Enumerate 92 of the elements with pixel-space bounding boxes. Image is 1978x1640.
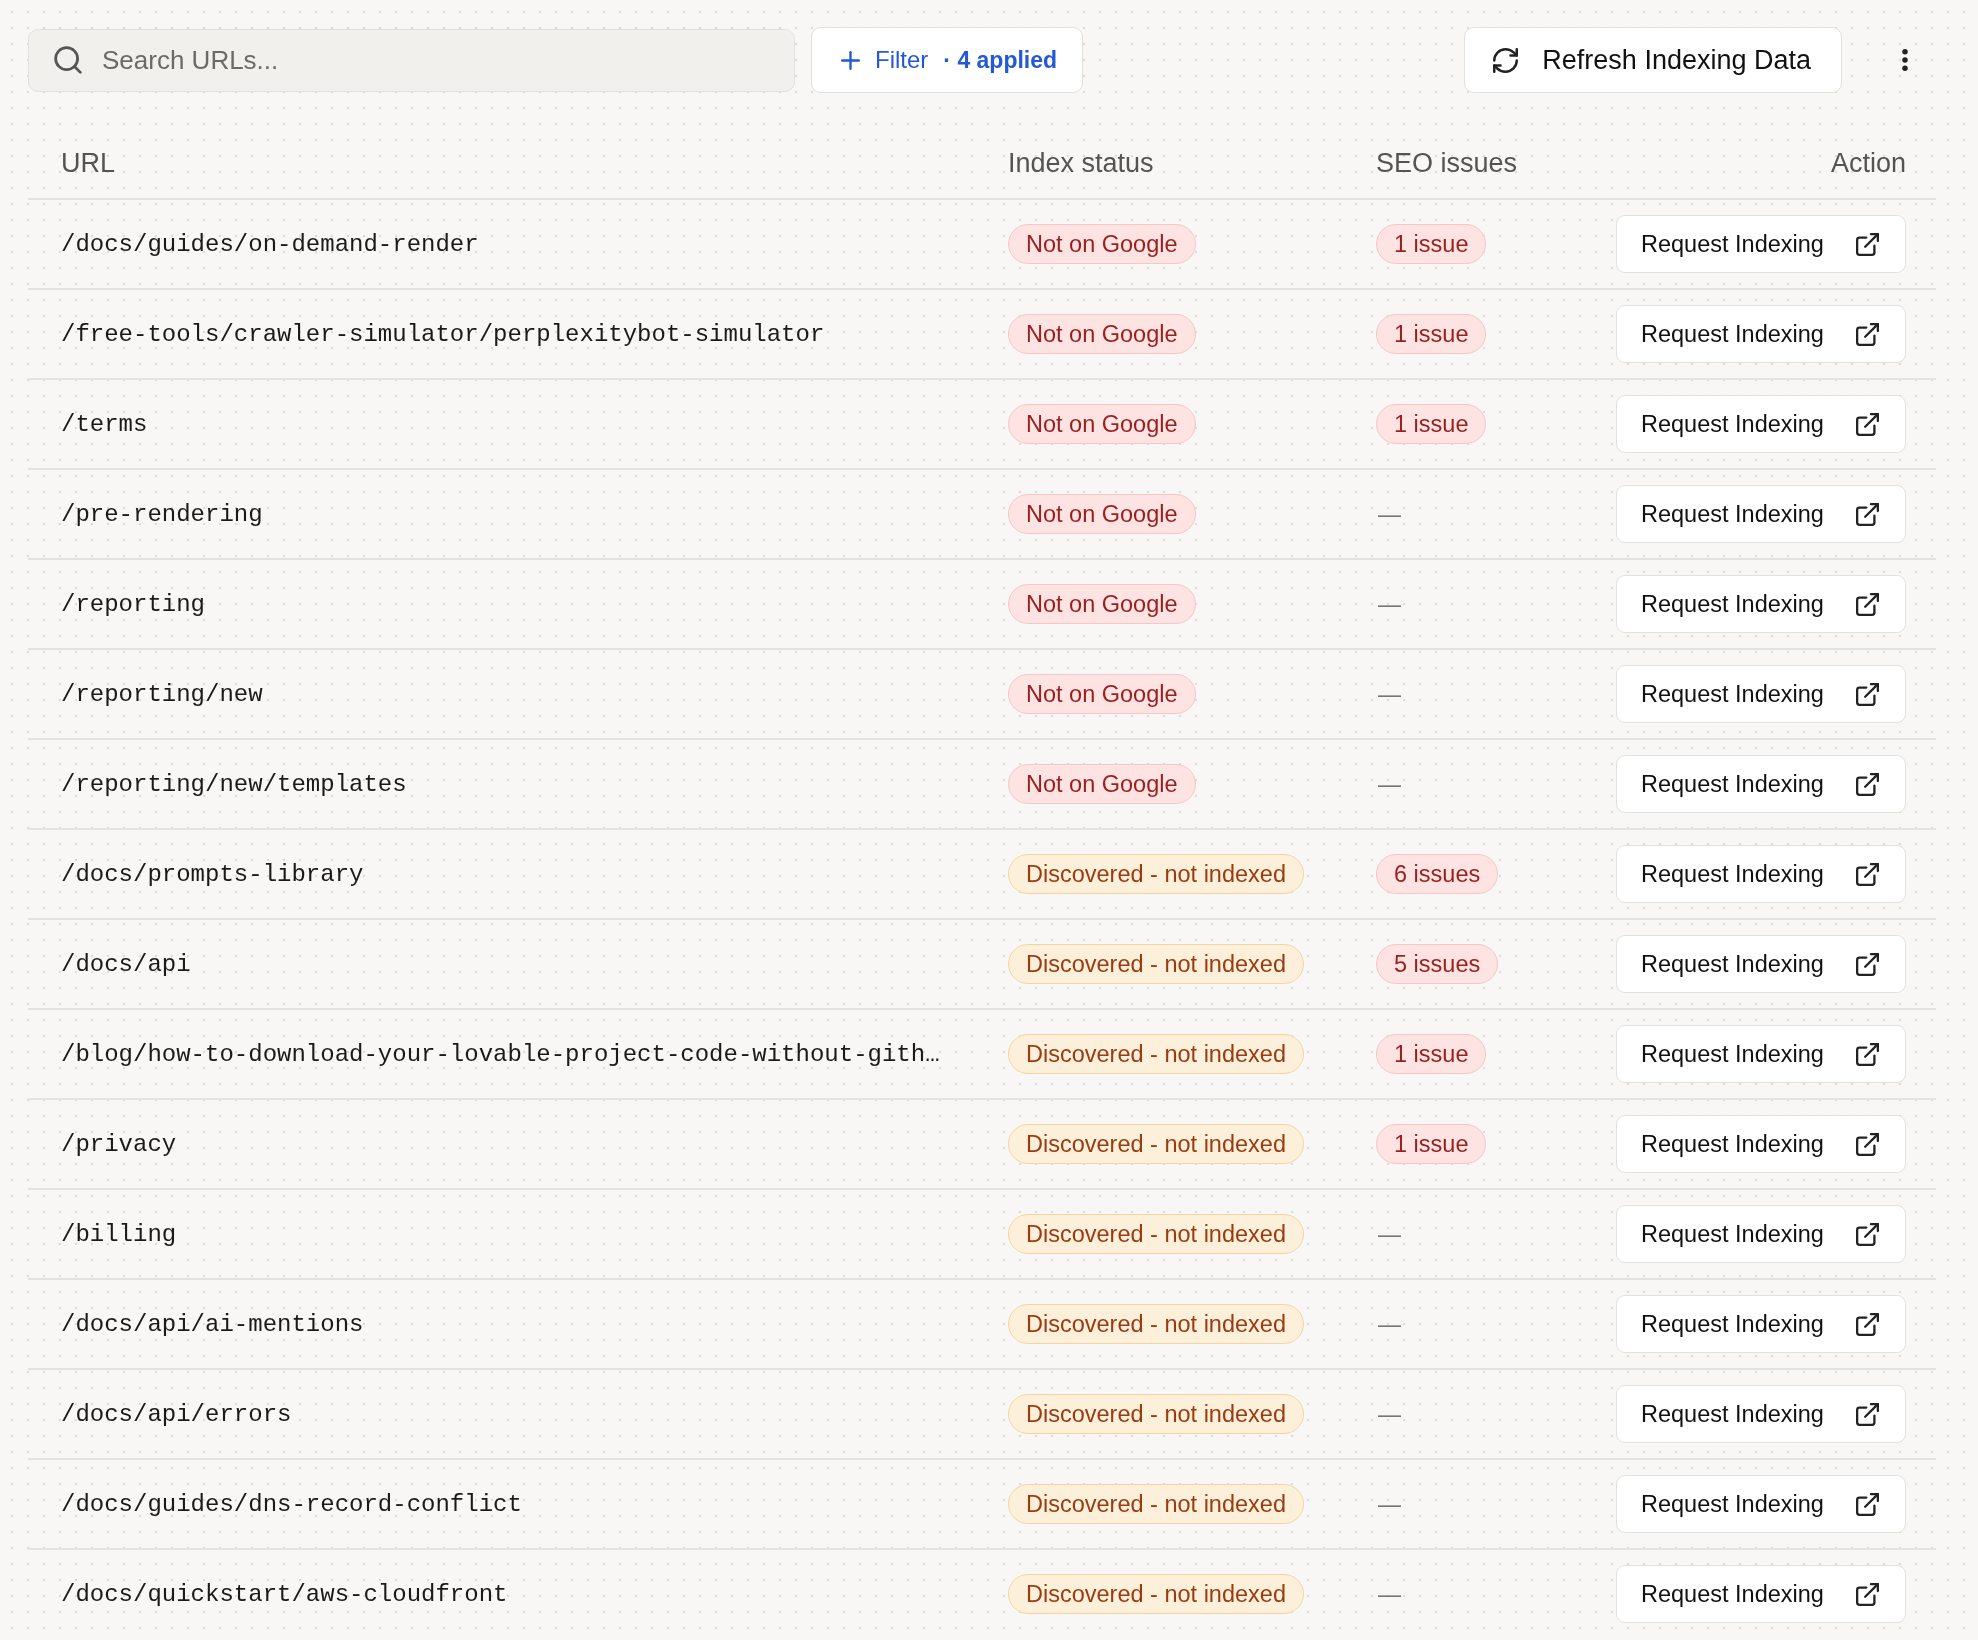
index-status-badge: Discovered - not indexed bbox=[1008, 1304, 1304, 1344]
seo-issues-badge: 6 issues bbox=[1376, 854, 1499, 894]
url-text: /docs/guides/dns-record-conflict bbox=[61, 1490, 523, 1518]
request-indexing-button[interactable]: Request Indexing bbox=[1616, 1385, 1906, 1443]
url-text: /reporting/new/templates bbox=[61, 770, 408, 798]
column-header: URL bbox=[61, 147, 116, 179]
url-text: /docs/api/ai-mentions bbox=[61, 1310, 365, 1338]
request-indexing-button[interactable]: Request Indexing bbox=[1616, 755, 1906, 813]
request-indexing-button[interactable]: Request Indexing bbox=[1616, 1565, 1906, 1623]
external-link-icon bbox=[1856, 502, 1879, 526]
column-header: Index status bbox=[1008, 147, 1155, 179]
url-text: /reporting/new bbox=[61, 680, 264, 708]
request-indexing-button[interactable]: Request Indexing bbox=[1616, 215, 1906, 273]
external-link-icon bbox=[1856, 1042, 1879, 1066]
refresh-icon bbox=[1493, 47, 1519, 73]
seo-issues-badge: 5 issues bbox=[1376, 944, 1499, 984]
empty-value: — bbox=[1377, 1220, 1401, 1248]
index-status-badge: Not on Google bbox=[1008, 314, 1196, 354]
external-link-icon bbox=[1856, 862, 1879, 886]
seo-issues-badge: 1 issue bbox=[1376, 314, 1487, 354]
request-indexing-button[interactable]: Request Indexing bbox=[1616, 935, 1906, 993]
external-link-icon bbox=[1856, 772, 1879, 796]
seo-issues-badge: 1 issue bbox=[1376, 1034, 1487, 1074]
external-link-icon bbox=[1856, 232, 1879, 256]
empty-value: — bbox=[1377, 1310, 1401, 1338]
external-link-icon bbox=[1856, 592, 1879, 616]
url-text: /docs/api bbox=[61, 950, 192, 978]
index-status-badge: Discovered - not indexed bbox=[1008, 1214, 1304, 1254]
empty-value: — bbox=[1377, 1580, 1401, 1608]
search-field[interactable]: Search URLs... bbox=[28, 28, 795, 92]
empty-value: — bbox=[1377, 770, 1401, 798]
plus-icon bbox=[841, 50, 860, 70]
external-link-icon bbox=[1856, 412, 1879, 436]
url-text: /free-tools/crawler-simulator/perplexitybot-simulator bbox=[61, 320, 826, 348]
index-status-badge: Not on Google bbox=[1008, 404, 1196, 444]
url-text: /docs/quickstart/aws-cloudfront bbox=[61, 1580, 509, 1608]
index-status-badge: Discovered - not indexed bbox=[1008, 1394, 1304, 1434]
request-indexing-button[interactable]: Request Indexing bbox=[1616, 665, 1906, 723]
column-header: Action bbox=[1830, 147, 1906, 179]
kebab-menu-icon bbox=[1902, 49, 1908, 71]
request-indexing-button[interactable]: Request Indexing bbox=[1616, 305, 1906, 363]
external-link-icon bbox=[1856, 1222, 1879, 1246]
index-status-badge: Not on Google bbox=[1008, 494, 1196, 534]
url-text: /docs/prompts-library bbox=[61, 860, 365, 888]
index-status-badge: Not on Google bbox=[1008, 764, 1196, 804]
external-link-icon bbox=[1856, 952, 1879, 976]
request-indexing-button[interactable]: Request Indexing bbox=[1616, 1115, 1906, 1173]
seo-issues-badge: 1 issue bbox=[1376, 1124, 1487, 1164]
request-indexing-button[interactable]: Request Indexing bbox=[1616, 485, 1906, 543]
search-icon bbox=[54, 45, 82, 74]
index-status-badge: Discovered - not indexed bbox=[1008, 1574, 1304, 1614]
seo-issues-badge: 1 issue bbox=[1376, 224, 1487, 264]
url-text: /docs/api/errors bbox=[61, 1400, 293, 1428]
empty-value: — bbox=[1377, 1490, 1401, 1518]
column-header: SEO issues bbox=[1376, 147, 1519, 179]
request-indexing-button[interactable]: Request Indexing bbox=[1616, 1025, 1906, 1083]
more-options-button[interactable] bbox=[1902, 49, 1908, 71]
request-indexing-button[interactable]: Request Indexing bbox=[1616, 395, 1906, 453]
index-status-badge: Not on Google bbox=[1008, 584, 1196, 624]
empty-value: — bbox=[1377, 1400, 1401, 1428]
empty-value: — bbox=[1377, 680, 1401, 708]
url-text: /billing bbox=[61, 1220, 178, 1248]
filter-button[interactable]: Filter · 4 applied bbox=[811, 27, 1084, 93]
url-text: /docs/guides/on-demand-render bbox=[61, 230, 480, 258]
index-status-badge: Not on Google bbox=[1008, 674, 1196, 714]
index-status-badge: Discovered - not indexed bbox=[1008, 1124, 1304, 1164]
url-text: /privacy bbox=[61, 1130, 178, 1158]
index-status-badge: Not on Google bbox=[1008, 224, 1196, 264]
index-status-badge: Discovered - not indexed bbox=[1008, 854, 1304, 894]
external-link-icon bbox=[1856, 682, 1879, 706]
url-text: /terms bbox=[61, 410, 149, 438]
external-link-icon bbox=[1856, 1402, 1879, 1426]
request-indexing-button[interactable]: Request Indexing bbox=[1616, 845, 1906, 903]
external-link-icon bbox=[1856, 1132, 1879, 1156]
external-link-icon bbox=[1856, 322, 1879, 346]
external-link-icon bbox=[1856, 1312, 1879, 1336]
index-status-badge: Discovered - not indexed bbox=[1008, 1034, 1304, 1074]
request-indexing-button[interactable]: Request Indexing bbox=[1616, 1205, 1906, 1263]
refresh-button[interactable]: Refresh Indexing Data bbox=[1464, 27, 1842, 93]
empty-value: — bbox=[1377, 500, 1401, 528]
url-text: /pre-rendering bbox=[61, 500, 264, 528]
seo-issues-badge: 1 issue bbox=[1376, 404, 1487, 444]
url-text: /reporting bbox=[61, 590, 207, 618]
url-text: /blog/how-to-download-your-lovable-project-code-without-gith… bbox=[61, 1040, 941, 1068]
external-link-icon bbox=[1856, 1582, 1879, 1606]
request-indexing-button[interactable]: Request Indexing bbox=[1616, 575, 1906, 633]
index-status-badge: Discovered - not indexed bbox=[1008, 944, 1304, 984]
request-indexing-button[interactable]: Request Indexing bbox=[1616, 1475, 1906, 1533]
empty-value: — bbox=[1377, 590, 1401, 618]
external-link-icon bbox=[1856, 1492, 1879, 1516]
index-status-badge: Discovered - not indexed bbox=[1008, 1484, 1304, 1524]
request-indexing-button[interactable]: Request Indexing bbox=[1616, 1295, 1906, 1353]
